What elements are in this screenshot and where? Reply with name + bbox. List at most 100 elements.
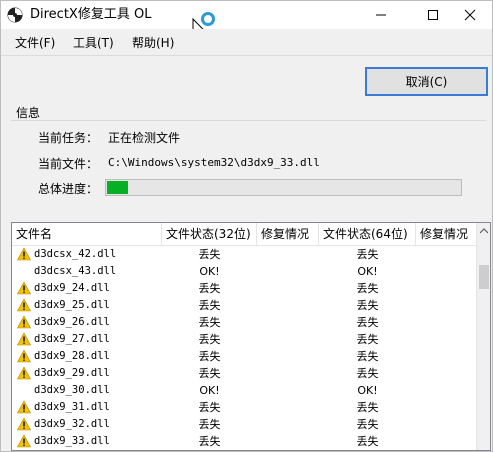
- minimize-button[interactable]: [359, 1, 403, 29]
- status-64-cell: OK!: [357, 384, 378, 397]
- repair-32-cell: [257, 246, 319, 263]
- table-row[interactable]: d3dx9_25.dll 丢失 丢失: [12, 297, 476, 314]
- table-row[interactable]: d3dx9_33.dll 丢失 丢失: [12, 433, 476, 450]
- status-32-cell: 丢失: [198, 282, 221, 295]
- repair-64-cell: [416, 314, 476, 331]
- repair-64-cell: [416, 365, 476, 382]
- scroll-up-button[interactable]: [477, 223, 490, 239]
- repair-32-cell: [257, 399, 319, 416]
- scroll-thumb[interactable]: [479, 265, 489, 289]
- info-section-title: 信息: [16, 106, 41, 120]
- status-32-cell: 丢失: [198, 401, 221, 414]
- maximize-icon: [428, 10, 438, 20]
- menu-help[interactable]: 帮助(H): [132, 35, 174, 51]
- repair-32-cell: [257, 263, 319, 280]
- file-status-table: 文件名 文件状态(32位) 修复情况 文件状态(64位) 修复情况 d3dcsx…: [11, 222, 491, 451]
- current-file-value: C:\Windows\system32\d3dx9_33.dll: [108, 156, 320, 169]
- status-32-cell: 丢失: [198, 350, 221, 363]
- current-task-value: 正在检测文件: [108, 131, 181, 145]
- header-repair-64[interactable]: 修复情况: [416, 223, 476, 245]
- status-64-cell: 丢失: [356, 350, 379, 363]
- repair-64-cell: [416, 348, 476, 365]
- status-32-cell: 丢失: [198, 248, 221, 261]
- repair-64-cell: [416, 297, 476, 314]
- progress-label: 总体进度：: [38, 182, 99, 196]
- status-64-cell: 丢失: [356, 435, 379, 448]
- repair-64-cell: [416, 399, 476, 416]
- directx-repair-window: DirectX修复工具 OL 文件(F) 工具(T) 帮助(H) 取消(C) 信…: [0, 0, 493, 452]
- file-name-cell: d3dcsx_43.dll: [34, 265, 117, 277]
- header-repair-32[interactable]: 修复情况: [257, 223, 319, 245]
- repair-64-cell: [416, 246, 476, 263]
- current-file-label: 当前文件：: [38, 157, 99, 171]
- file-name-cell: d3dx9_33.dll: [34, 435, 110, 447]
- table-row[interactable]: d3dx9_29.dll 丢失 丢失: [12, 365, 476, 382]
- repair-64-cell: [416, 263, 476, 280]
- current-task-label: 当前任务：: [38, 131, 99, 145]
- file-name-cell: d3dx9_30.dll: [34, 384, 110, 396]
- table-row[interactable]: d3dx9_26.dll 丢失 丢失: [12, 314, 476, 331]
- repair-32-cell: [257, 280, 319, 297]
- repair-32-cell: [257, 416, 319, 433]
- status-64-cell: 丢失: [356, 333, 379, 346]
- repair-32-cell: [257, 382, 319, 399]
- status-64-cell: 丢失: [356, 316, 379, 329]
- file-name-cell: d3dx9_28.dll: [34, 350, 110, 362]
- status-64-cell: 丢失: [356, 282, 379, 295]
- file-name-cell: d3dx9_31.dll: [34, 401, 110, 413]
- table-row[interactable]: d3dx9_32.dll 丢失 丢失: [12, 416, 476, 433]
- status-64-cell: OK!: [357, 265, 378, 278]
- repair-32-cell: [257, 314, 319, 331]
- menu-bar: 文件(F) 工具(T) 帮助(H): [1, 29, 492, 55]
- status-64-cell: 丢失: [356, 367, 379, 380]
- repair-64-cell: [416, 280, 476, 297]
- status-64-cell: 丢失: [356, 418, 379, 431]
- menu-tools[interactable]: 工具(T): [73, 35, 114, 51]
- table-row[interactable]: d3dx9_30.dll OK! OK!: [12, 382, 476, 399]
- table-row[interactable]: d3dx9_28.dll 丢失 丢失: [12, 348, 476, 365]
- table-body: d3dcsx_42.dll 丢失 丢失 d3dcsx_43.dll OK! OK! d3dx…: [12, 246, 476, 450]
- table-row[interactable]: d3dcsx_43.dll OK! OK!: [12, 263, 476, 280]
- repair-32-cell: [257, 297, 319, 314]
- status-32-cell: 丢失: [198, 435, 221, 448]
- menu-file[interactable]: 文件(F): [15, 35, 55, 51]
- repair-32-cell: [257, 433, 319, 450]
- app-icon: [7, 7, 23, 23]
- status-64-cell: 丢失: [356, 299, 379, 312]
- table-header: 文件名 文件状态(32位) 修复情况 文件状态(64位) 修复情况: [12, 223, 476, 246]
- file-name-cell: d3dx9_24.dll: [34, 282, 110, 294]
- header-file-name[interactable]: 文件名: [12, 223, 162, 245]
- cancel-button[interactable]: 取消(C): [365, 67, 488, 96]
- status-32-cell: 丢失: [198, 316, 221, 329]
- info-divider: [11, 120, 486, 121]
- status-64-cell: 丢失: [356, 401, 379, 414]
- file-name-cell: d3dx9_32.dll: [34, 418, 110, 430]
- header-status-64[interactable]: 文件状态(64位): [319, 223, 416, 245]
- close-icon: [464, 9, 476, 21]
- repair-32-cell: [257, 348, 319, 365]
- file-name-cell: d3dcsx_42.dll: [34, 248, 117, 260]
- table-row[interactable]: d3dcsx_42.dll 丢失 丢失: [12, 246, 476, 263]
- table-row[interactable]: d3dx9_31.dll 丢失 丢失: [12, 399, 476, 416]
- status-32-cell: 丢失: [198, 418, 221, 431]
- repair-32-cell: [257, 365, 319, 382]
- status-32-cell: 丢失: [198, 367, 221, 380]
- vertical-scrollbar[interactable]: [476, 223, 490, 450]
- repair-64-cell: [416, 331, 476, 348]
- table-row[interactable]: d3dx9_27.dll 丢失 丢失: [12, 331, 476, 348]
- repair-64-cell: [416, 433, 476, 450]
- status-64-cell: 丢失: [356, 248, 379, 261]
- file-name-cell: d3dx9_26.dll: [34, 316, 110, 328]
- close-button[interactable]: [448, 1, 492, 29]
- status-32-cell: OK!: [199, 384, 220, 397]
- status-32-cell: 丢失: [198, 299, 221, 312]
- header-status-32[interactable]: 文件状态(32位): [162, 223, 257, 245]
- table-row[interactable]: d3dx9_24.dll 丢失 丢失: [12, 280, 476, 297]
- status-32-cell: 丢失: [198, 333, 221, 346]
- file-name-cell: d3dx9_29.dll: [34, 367, 110, 379]
- chevron-up-icon: [480, 228, 488, 234]
- title-bar: DirectX修复工具 OL: [1, 1, 492, 38]
- file-name-cell: d3dx9_25.dll: [34, 299, 110, 311]
- minimize-icon: [376, 14, 386, 16]
- overall-progress-bar: [105, 179, 462, 196]
